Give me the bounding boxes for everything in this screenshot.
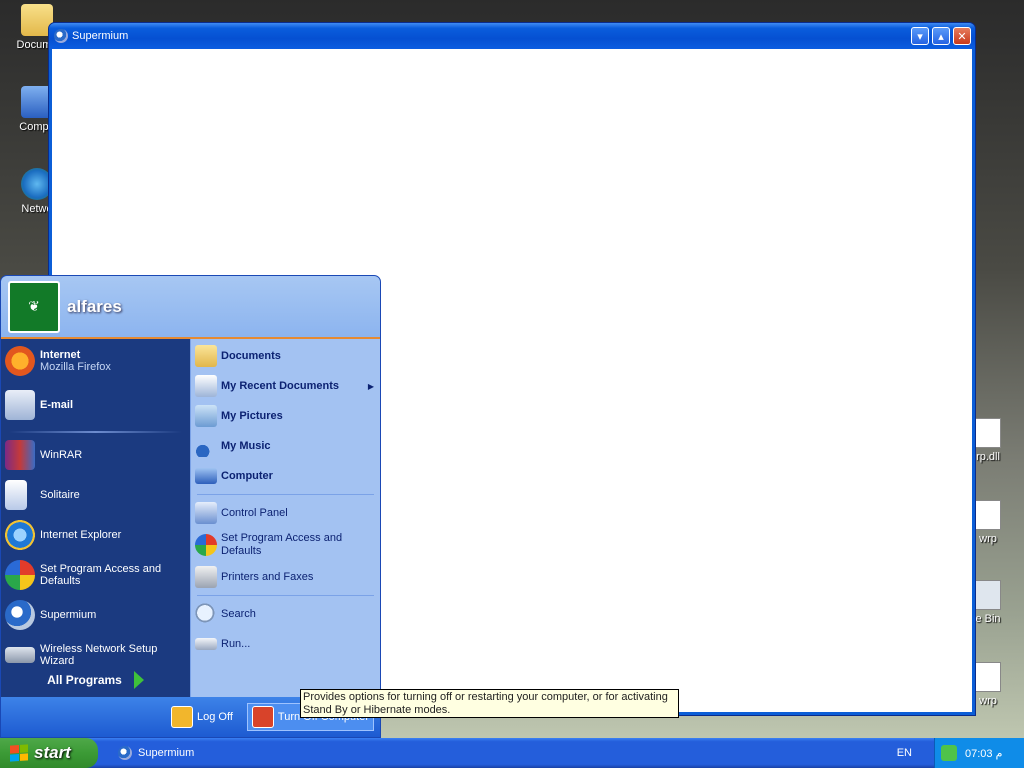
pinned-subtitle: Mozilla Firefox [40,361,111,373]
arrow-right-icon [133,671,144,689]
file-icon [975,500,1001,530]
program-access-icon [195,534,217,556]
start-menu: ❦ alfares Internet Mozilla Firefox E-mai… [0,275,381,738]
file-icon [975,662,1001,692]
program-label: Solitaire [40,489,80,501]
recent-program-access-defaults[interactable]: Set Program Access and Defaults [1,555,190,595]
recent-program-supermium[interactable]: Supermium [1,595,190,635]
setting-label: Printers and Faxes [221,571,314,583]
recycle-bin-icon [975,580,1001,610]
minimize-button[interactable]: ▾ [911,27,929,45]
separator [197,494,374,495]
place-label: Computer [221,470,273,482]
network-status-icon[interactable] [941,745,957,761]
user-avatar[interactable]: ❦ [8,280,60,333]
printer-icon [195,566,217,588]
program-label: Supermium [40,609,97,621]
log-off-button[interactable]: Log Off [167,703,237,731]
start-menu-header: ❦ alfares [1,276,380,339]
close-button[interactable]: ✕ [953,27,971,45]
start-menu-left-pane: Internet Mozilla Firefox E-mail WinRAR S… [1,339,190,699]
start-menu-right-pane: Documents My Recent Documents ▶ My Pictu… [190,339,380,699]
internet-explorer-icon [5,520,35,550]
documents-icon [195,345,217,367]
recent-program-internet-explorer[interactable]: Internet Explorer [1,515,190,555]
recent-program-winrar[interactable]: WinRAR [1,435,190,475]
place-label: My Music [221,440,271,452]
program-label: WinRAR [40,449,83,461]
control-panel-icon [195,502,217,524]
supermium-icon [118,746,132,760]
windows-logo-icon [10,744,28,762]
pinned-email[interactable]: E-mail [1,381,190,429]
desktop-icon-label: rp.dll [976,451,1000,463]
system-tray: 07:03 م [934,738,1024,768]
clock[interactable]: 07:03 م [965,747,1002,760]
file-icon [975,418,1001,448]
music-icon [195,435,217,457]
recent-docs-icon [195,375,217,397]
all-programs-label: All Programs [47,673,122,687]
start-label: start [34,743,71,762]
power-icon [251,706,274,728]
pinned-internet[interactable]: Internet Mozilla Firefox [1,341,190,381]
tool-label: Run... [221,638,251,650]
maximize-button[interactable]: ▴ [932,27,950,45]
place-label: My Recent Documents [221,380,339,392]
supermium-icon [54,29,68,43]
tool-search[interactable]: Search [191,599,380,629]
pinned-title: Internet [40,349,81,361]
setting-control-panel[interactable]: Control Panel [191,498,380,528]
start-button[interactable]: start [0,738,98,768]
separator [9,431,182,433]
setting-printers-faxes[interactable]: Printers and Faxes [191,562,380,592]
log-off-label: Log Off [197,711,233,723]
all-programs-button[interactable]: All Programs [1,661,190,699]
tool-label: Search [221,608,256,620]
desktop-icon-label: wrp [979,695,997,707]
place-label: My Pictures [221,410,283,422]
desktop-icon-label: wrp [979,533,997,545]
setting-label: Set Program Access and Defaults [221,532,343,557]
user-name: alfares [67,296,122,316]
window-titlebar[interactable]: Supermium ▾ ▴ ✕ [49,23,975,49]
taskbar: start Supermium EN 07:03 م [0,738,1024,768]
setting-label: Control Panel [221,507,288,519]
firefox-icon [5,346,35,376]
tool-run[interactable]: Run... [191,629,380,659]
window-title: Supermium [72,30,129,42]
supermium-icon [5,600,35,630]
language-indicator[interactable]: EN [897,747,912,759]
solitaire-icon [5,480,27,510]
separator [197,595,374,596]
program-access-icon [5,560,35,590]
email-icon [5,390,35,420]
desktop-icon-label: e Bin [975,613,1001,625]
place-documents[interactable]: Documents [191,341,380,371]
pinned-title: E-mail [40,399,74,411]
search-icon [195,603,217,625]
place-recent-documents[interactable]: My Recent Documents ▶ [191,371,380,401]
run-icon [195,638,217,650]
pictures-icon [195,405,217,427]
key-icon [171,706,194,728]
program-label: Set Program Access and Defaults [40,563,162,587]
recent-program-solitaire[interactable]: Solitaire [1,475,190,515]
submenu-arrow-icon: ▶ [367,381,374,391]
place-music[interactable]: My Music [191,431,380,461]
task-label: Supermium [138,747,195,759]
program-label: Internet Explorer [40,529,122,541]
place-computer[interactable]: Computer [191,461,380,491]
winrar-icon [5,440,35,470]
place-pictures[interactable]: My Pictures [191,401,380,431]
taskbar-button-supermium[interactable]: Supermium [112,741,272,765]
place-label: Documents [221,350,281,362]
setting-program-access[interactable]: Set Program Access and Defaults [191,528,380,562]
computer-icon [195,468,217,484]
turn-off-tooltip: Provides options for turning off or rest… [300,689,679,718]
